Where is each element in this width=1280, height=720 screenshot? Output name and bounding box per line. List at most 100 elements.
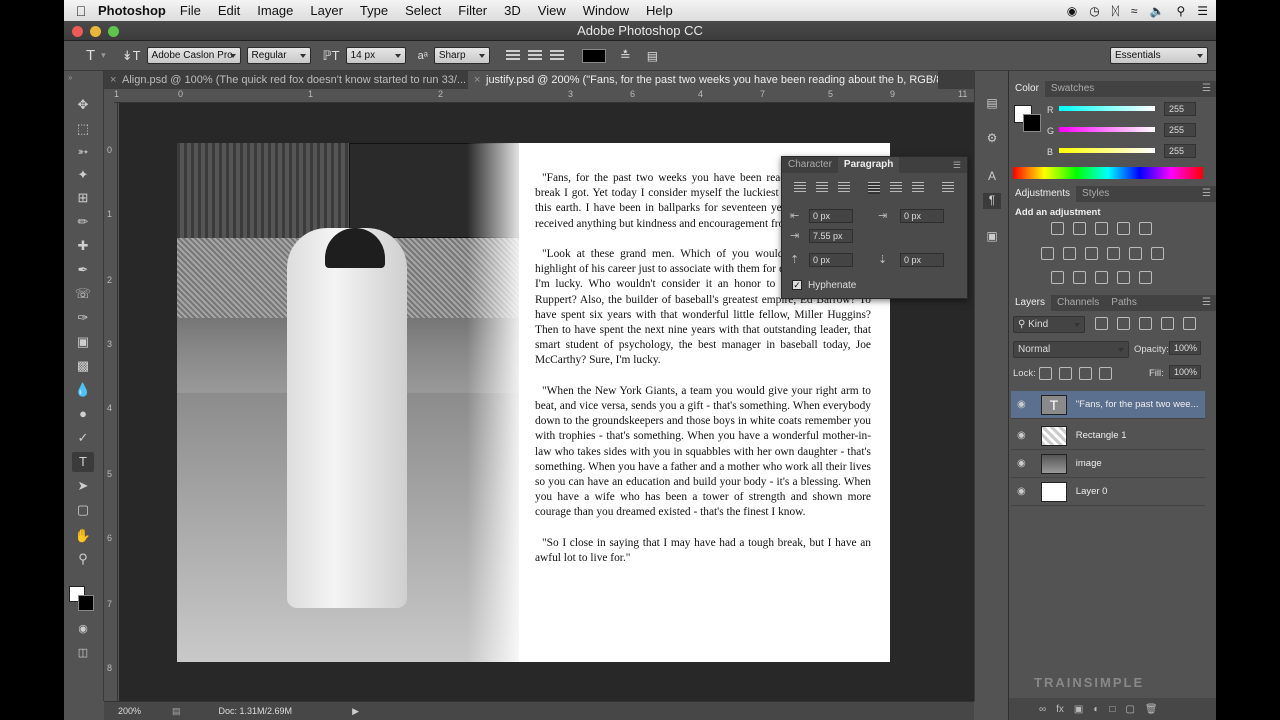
indent-left-field[interactable]: 0 px <box>809 209 853 223</box>
font-style-select[interactable]: Regular <box>246 47 311 64</box>
b-slider[interactable] <box>1059 148 1155 153</box>
layer-row-rectangle[interactable]: ◉ Rectangle 1 <box>1011 422 1205 450</box>
zoom-tool-icon[interactable]: ⚲ <box>72 549 94 569</box>
gradient-map-adjustment-icon[interactable] <box>1139 271 1152 284</box>
zoom-window-button[interactable] <box>108 26 119 37</box>
layer-filter-select[interactable]: ⚲ Kind <box>1013 316 1085 333</box>
filter-type-icon[interactable] <box>1139 317 1152 330</box>
eye-icon[interactable]: ◉ <box>1017 430 1031 441</box>
clone-stamp-tool-icon[interactable]: ☏ <box>72 284 94 304</box>
crop-tool-icon[interactable]: ⊞ <box>72 188 94 208</box>
g-slider[interactable] <box>1059 127 1155 132</box>
close-tab-icon[interactable]: × <box>110 71 116 89</box>
tab-character[interactable]: Character <box>782 157 838 173</box>
justify-all-icon[interactable] <box>942 182 954 194</box>
paragraph[interactable]: "When the New York Giants, a team you wo… <box>535 384 871 521</box>
type-tool-preset-icon[interactable]: T <box>86 47 95 64</box>
invert-adjustment-icon[interactable] <box>1051 271 1064 284</box>
filter-shape-icon[interactable] <box>1161 317 1174 330</box>
align-center-icon[interactable] <box>527 49 542 62</box>
paragraph-icon[interactable]: ¶ <box>983 193 1001 209</box>
screen-mode-icon[interactable]: ◫ <box>72 643 94 663</box>
lasso-tool-icon[interactable]: ➳ <box>72 142 94 162</box>
justify-last-right-icon[interactable] <box>912 182 924 194</box>
paragraph[interactable]: "So I close in saying that I may have ha… <box>535 536 871 566</box>
menu-edit[interactable]: Edit <box>218 3 240 18</box>
menu-select[interactable]: Select <box>405 3 441 18</box>
notification-icon[interactable]: ☰ <box>1197 4 1208 18</box>
menu-3d[interactable]: 3D <box>504 3 521 18</box>
chevron-down-icon[interactable]: ▾ <box>101 50 106 61</box>
panel-menu-icon[interactable]: ☰ <box>1196 295 1216 311</box>
warp-text-icon[interactable]: ≛ <box>620 48 631 64</box>
blend-mode-select[interactable]: Normal <box>1013 341 1129 358</box>
menu-image[interactable]: Image <box>257 3 293 18</box>
black-white-adjustment-icon[interactable] <box>1085 247 1098 260</box>
menu-help[interactable]: Help <box>646 3 673 18</box>
dodge-tool-icon[interactable]: ● <box>72 404 94 424</box>
selective-color-adjustment-icon[interactable] <box>1117 271 1130 284</box>
lock-position-icon[interactable] <box>1079 367 1092 380</box>
font-size-select[interactable]: 14 px <box>345 47 406 64</box>
menu-layer[interactable]: Layer <box>310 3 343 18</box>
gradient-tool-icon[interactable]: ▩ <box>72 356 94 376</box>
search-icon[interactable]: ⚲ <box>1176 4 1185 18</box>
quick-mask-icon[interactable]: ◉ <box>72 619 94 639</box>
indent-right-field[interactable]: 0 px <box>900 209 944 223</box>
play-arrow-icon[interactable]: ▶ <box>352 706 359 717</box>
pen-tool-icon[interactable]: ✓ <box>72 428 94 448</box>
path-selection-tool-icon[interactable]: ➤ <box>72 476 94 496</box>
menu-file[interactable]: File <box>180 3 201 18</box>
levels-adjustment-icon[interactable] <box>1073 222 1086 235</box>
character-paragraph-panel-icon[interactable]: ▤ <box>647 49 658 63</box>
b-value[interactable]: 255 <box>1164 144 1196 158</box>
tab-channels[interactable]: Channels <box>1051 295 1105 311</box>
minimize-window-button[interactable] <box>90 26 101 37</box>
tab-adjustments[interactable]: Adjustments <box>1009 186 1077 202</box>
eye-icon[interactable]: ◉ <box>1017 399 1031 410</box>
background-color-swatch[interactable] <box>1023 114 1041 132</box>
toggle-text-orientation-icon[interactable]: ↡T <box>122 48 141 64</box>
volume-icon[interactable]: 🔈 <box>1149 4 1164 18</box>
bluetooth-icon[interactable]: ᛞ <box>1112 4 1119 18</box>
fx-icon[interactable]: fx <box>1056 704 1064 715</box>
close-tab-icon[interactable]: × <box>474 71 480 89</box>
filter-smart-object-icon[interactable] <box>1183 317 1196 330</box>
first-line-indent-field[interactable]: 7.55 px <box>809 229 853 243</box>
space-after-field[interactable]: 0 px <box>900 253 944 267</box>
menu-type[interactable]: Type <box>360 3 388 18</box>
background-color-swatch[interactable] <box>78 595 94 611</box>
add-mask-icon[interactable]: ▣ <box>1074 704 1083 715</box>
tab-paths[interactable]: Paths <box>1105 295 1143 311</box>
link-layers-icon[interactable]: ∞ <box>1039 704 1046 715</box>
align-right-icon[interactable] <box>549 49 564 62</box>
properties-icon[interactable]: ⚙ <box>983 131 1001 147</box>
history-icon[interactable]: ▤ <box>983 96 1001 112</box>
photo-filter-adjustment-icon[interactable] <box>1107 247 1120 260</box>
close-window-button[interactable] <box>72 26 83 37</box>
share-icon[interactable]: ▤ <box>172 706 181 717</box>
healing-brush-tool-icon[interactable]: ✚ <box>72 236 94 256</box>
posterize-adjustment-icon[interactable] <box>1073 271 1086 284</box>
channel-mixer-adjustment-icon[interactable] <box>1129 247 1142 260</box>
eyedropper-tool-icon[interactable]: ✏ <box>72 212 94 232</box>
apple-icon[interactable]:  <box>64 3 98 19</box>
glyphs-icon[interactable]: ▣ <box>983 229 1001 245</box>
brush-tool-icon[interactable]: ✒ <box>72 260 94 280</box>
wifi-icon[interactable]: ≈ <box>1131 4 1138 18</box>
align-left-icon[interactable] <box>505 49 520 62</box>
eraser-tool-icon[interactable]: ▣ <box>72 332 94 352</box>
text-color-swatch[interactable] <box>581 48 606 63</box>
layer-row-text[interactable]: ◉ T "Fans, for the past two wee... <box>1011 391 1205 419</box>
blur-tool-icon[interactable]: 💧 <box>72 380 94 400</box>
hyphenate-checkbox[interactable]: ✓ <box>792 280 802 290</box>
color-balance-adjustment-icon[interactable] <box>1063 247 1076 260</box>
color-lookup-adjustment-icon[interactable] <box>1151 247 1164 260</box>
app-menu[interactable]: Photoshop <box>98 3 166 18</box>
eye-icon[interactable]: ◉ <box>1017 486 1031 497</box>
threshold-adjustment-icon[interactable] <box>1095 271 1108 284</box>
antialias-select[interactable]: Sharp <box>433 47 490 64</box>
opacity-field[interactable]: 100% <box>1169 341 1201 355</box>
panel-menu-icon[interactable]: ☰ <box>1196 186 1216 202</box>
align-center-icon[interactable] <box>816 182 828 194</box>
